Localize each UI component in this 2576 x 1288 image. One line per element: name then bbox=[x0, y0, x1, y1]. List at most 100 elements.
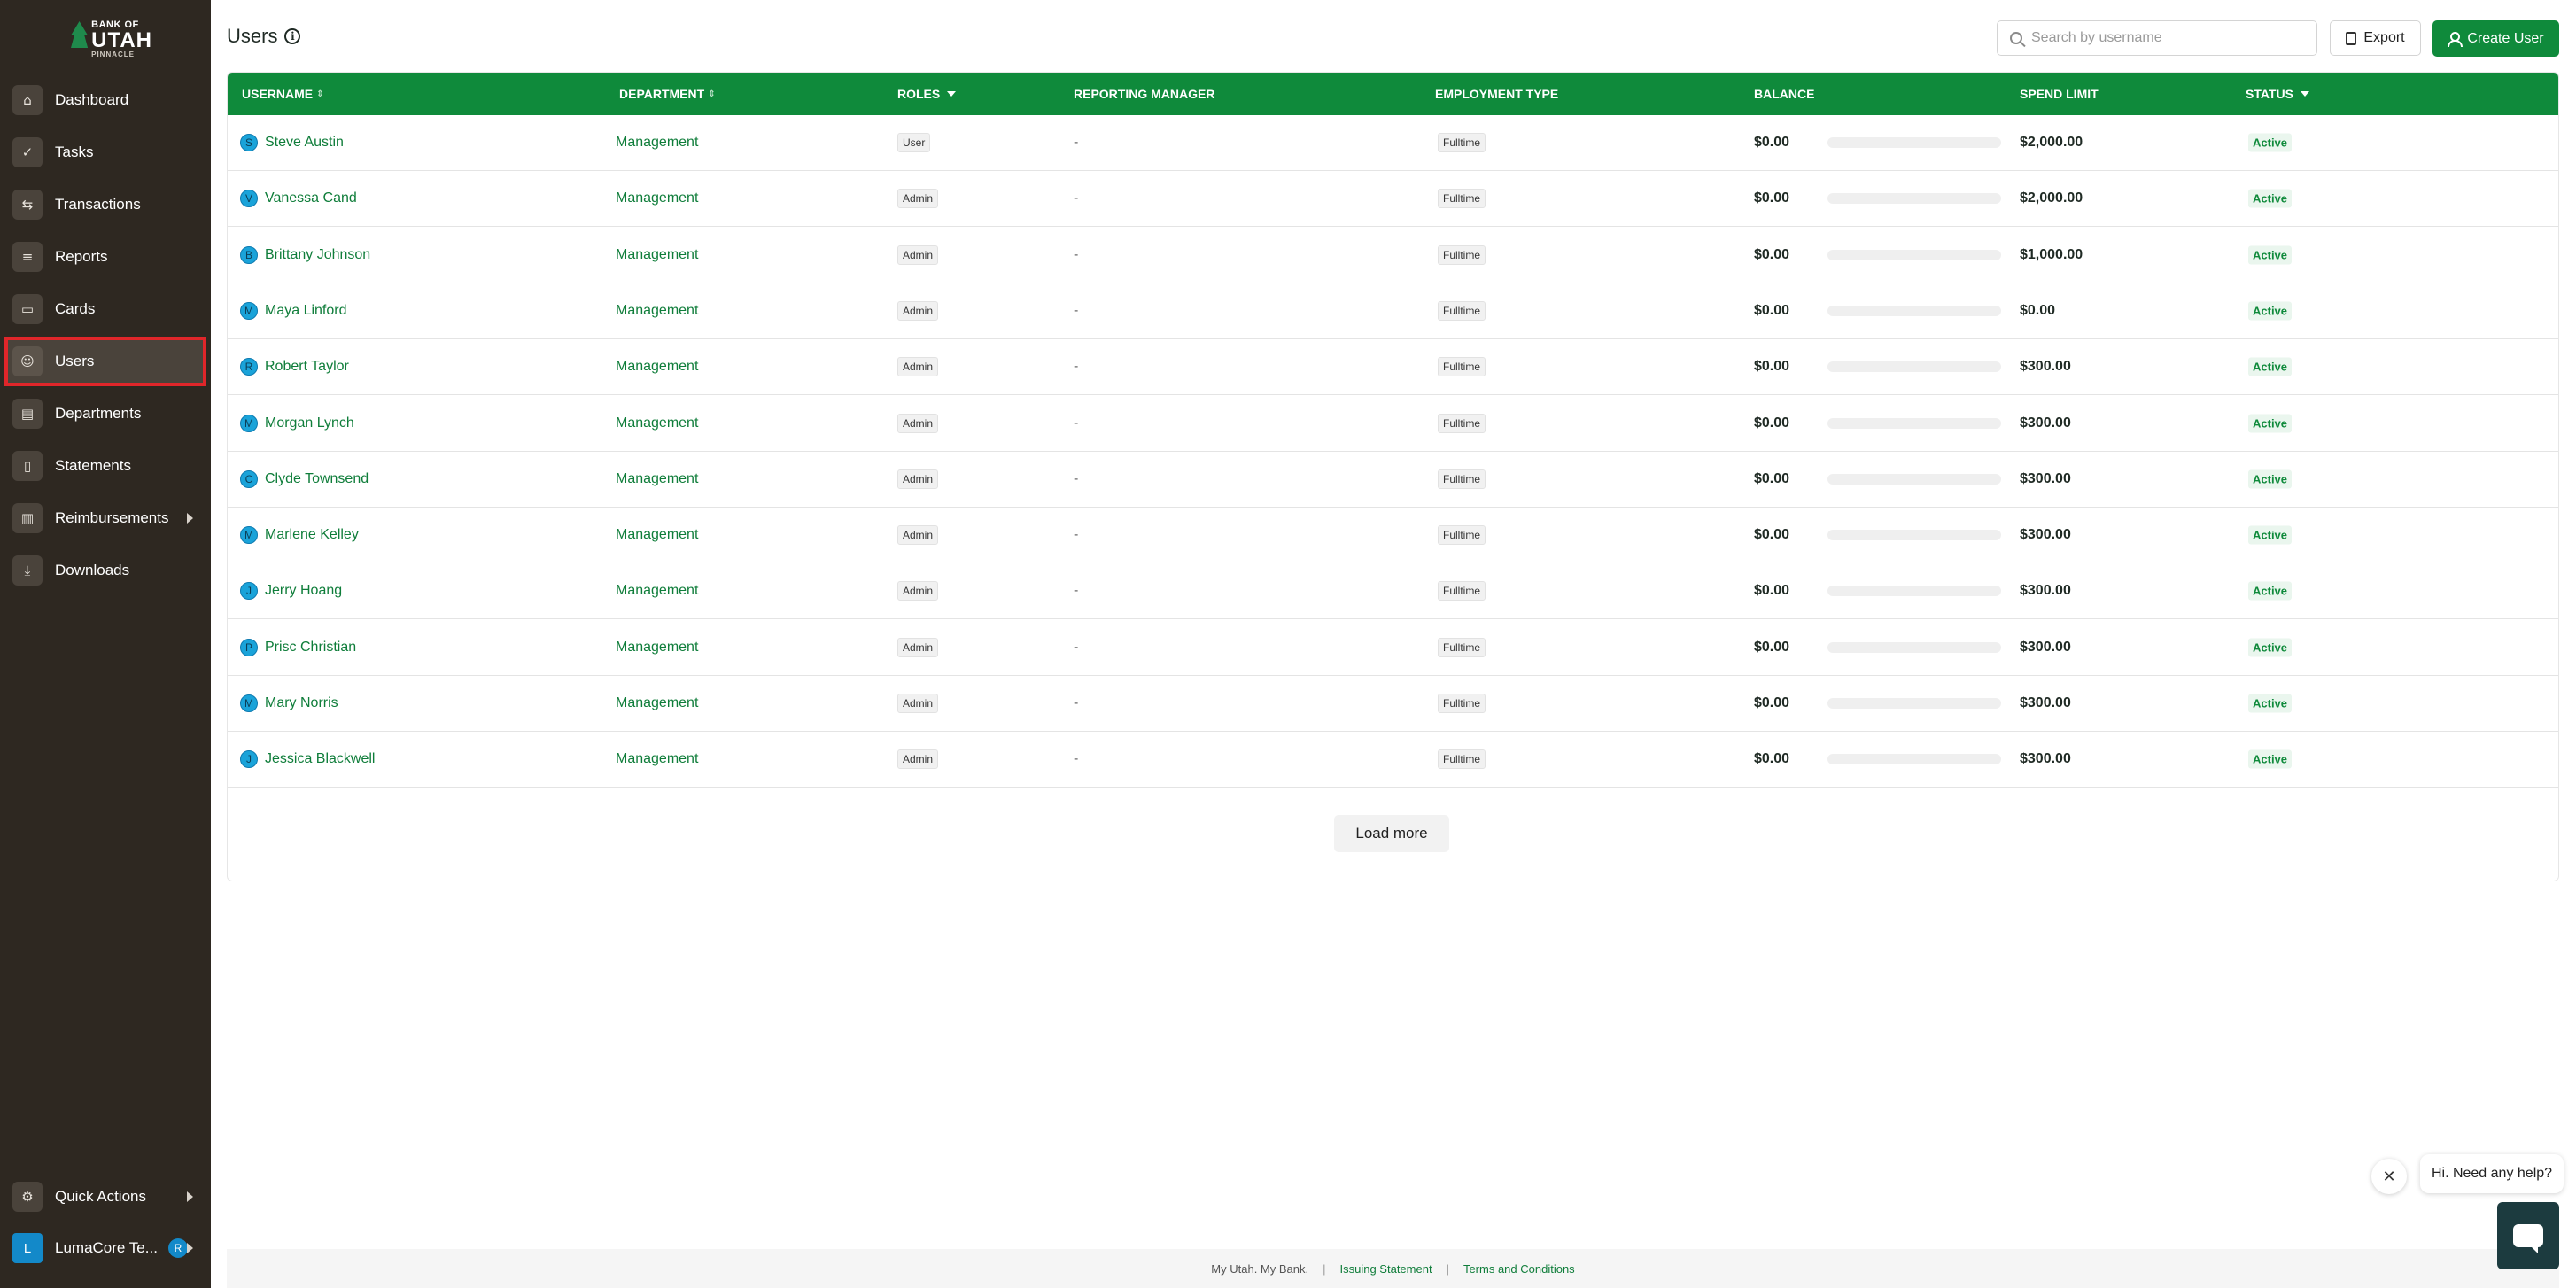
table-row[interactable]: M Marlene Kelley Management Admin - Fulltime $… bbox=[228, 508, 2558, 564]
search-input[interactable] bbox=[2031, 30, 2297, 46]
department-cell[interactable]: Management bbox=[616, 303, 698, 319]
department-link[interactable]: Management bbox=[616, 527, 698, 543]
reporting-manager-cell: - bbox=[1074, 640, 1078, 656]
department-cell[interactable]: Management bbox=[616, 415, 698, 431]
sidebar-item-reports[interactable]: ≡ Reports bbox=[7, 235, 204, 279]
username-link[interactable]: Brittany Johnson bbox=[265, 247, 370, 263]
sidebar-item-tasks[interactable]: ✓ Tasks bbox=[7, 130, 204, 175]
table-row[interactable]: R Robert Taylor Management Admin - Fulltime $0… bbox=[228, 339, 2558, 396]
sidebar-item-statements[interactable]: ▯ Statements bbox=[7, 444, 204, 488]
bank-logo[interactable]: BANK OF UTAH PINNACLE bbox=[71, 14, 152, 64]
column-roles[interactable]: ROLES bbox=[897, 87, 957, 101]
department-cell[interactable]: Management bbox=[616, 190, 698, 206]
department-cell[interactable]: Management bbox=[616, 583, 698, 599]
username-link[interactable]: Jerry Hoang bbox=[265, 583, 342, 599]
username-cell[interactable]: M Maya Linford bbox=[240, 301, 347, 320]
sidebar-item-reimbursements[interactable]: ▥ Reimbursements bbox=[7, 496, 204, 540]
sidebar-item-cards[interactable]: ▭ Cards bbox=[7, 287, 204, 331]
department-cell[interactable]: Management bbox=[616, 640, 698, 656]
department-link[interactable]: Management bbox=[616, 135, 698, 151]
username-link[interactable]: Clyde Townsend bbox=[265, 471, 369, 487]
column-roles-label: ROLES bbox=[897, 87, 941, 101]
department-cell[interactable]: Management bbox=[616, 751, 698, 767]
username-cell[interactable]: M Marlene Kelley bbox=[240, 526, 359, 545]
department-link[interactable]: Management bbox=[616, 303, 698, 319]
username-cell[interactable]: V Vanessa Cand bbox=[240, 190, 357, 208]
department-link[interactable]: Management bbox=[616, 583, 698, 599]
username-cell[interactable]: M Mary Norris bbox=[240, 694, 338, 712]
username-link[interactable]: Vanessa Cand bbox=[265, 190, 357, 206]
department-link[interactable]: Management bbox=[616, 695, 698, 711]
username-link[interactable]: Maya Linford bbox=[265, 303, 347, 319]
employment-type-badge: Fulltime bbox=[1438, 357, 1486, 377]
column-department[interactable]: DEPARTMENT ⇕ bbox=[619, 87, 716, 101]
department-link[interactable]: Management bbox=[616, 471, 698, 487]
sidebar-item-departments[interactable]: ▤ Departments bbox=[7, 392, 204, 436]
username-cell[interactable]: P Prisc Christian bbox=[240, 638, 356, 656]
department-link[interactable]: Management bbox=[616, 359, 698, 375]
table-row[interactable]: C Clyde Townsend Management Admin - Fulltime $… bbox=[228, 452, 2558, 508]
department-cell[interactable]: Management bbox=[616, 135, 698, 151]
username-cell[interactable]: R Robert Taylor bbox=[240, 358, 349, 376]
export-button[interactable]: Export bbox=[2330, 20, 2421, 56]
table-row[interactable]: J Jessica Blackwell Management Admin - Fullti… bbox=[228, 732, 2558, 788]
username-link[interactable]: Steve Austin bbox=[265, 135, 344, 151]
username-link[interactable]: Jessica Blackwell bbox=[265, 751, 375, 767]
table-row[interactable]: P Prisc Christian Management Admin - Fulltime… bbox=[228, 620, 2558, 676]
balance-cell: $0.00 bbox=[1754, 640, 1789, 656]
chat-close-button[interactable]: ✕ bbox=[2371, 1159, 2407, 1194]
department-cell[interactable]: Management bbox=[616, 471, 698, 487]
spend-progress-bar bbox=[1827, 473, 2001, 485]
sidebar-item-users[interactable]: ☺ Users bbox=[4, 337, 206, 386]
username-link[interactable]: Prisc Christian bbox=[265, 640, 356, 656]
column-username[interactable]: USERNAME ⇕ bbox=[242, 87, 324, 101]
username-link[interactable]: Morgan Lynch bbox=[265, 415, 354, 431]
department-cell[interactable]: Management bbox=[616, 247, 698, 263]
create-user-button[interactable]: Create User bbox=[2432, 20, 2559, 57]
username-cell[interactable]: M Morgan Lynch bbox=[240, 414, 354, 432]
sort-icon: ⇕ bbox=[708, 89, 716, 99]
workspace-role-badge: R bbox=[167, 1238, 188, 1258]
column-reporting-manager-label: REPORTING MANAGER bbox=[1074, 87, 1215, 101]
department-link[interactable]: Management bbox=[616, 640, 698, 656]
department-link[interactable]: Management bbox=[616, 190, 698, 206]
username-link[interactable]: Robert Taylor bbox=[265, 359, 349, 375]
reporting-manager-value: - bbox=[1074, 246, 1079, 262]
username-cell[interactable]: J Jerry Hoang bbox=[240, 582, 342, 601]
balance-cell: $0.00 bbox=[1754, 471, 1789, 487]
load-more-button[interactable]: Load more bbox=[1334, 815, 1449, 852]
chat-greeting[interactable]: Hi. Need any help? bbox=[2420, 1154, 2564, 1193]
column-status[interactable]: STATUS bbox=[2246, 87, 2309, 101]
username-cell[interactable]: J Jessica Blackwell bbox=[240, 750, 375, 769]
table-row[interactable]: V Vanessa Cand Management Admin - Fulltime $0.… bbox=[228, 171, 2558, 228]
username-link[interactable]: Marlene Kelley bbox=[265, 527, 359, 543]
quick-actions-label: Quick Actions bbox=[55, 1188, 146, 1205]
table-row[interactable]: B Brittany Johnson Management Admin - Fulltim… bbox=[228, 228, 2558, 283]
role-cell: Admin bbox=[897, 357, 939, 377]
username-cell[interactable]: S Steve Austin bbox=[240, 134, 344, 151]
table-row[interactable]: M Maya Linford Management Admin - Fulltime $0.… bbox=[228, 283, 2558, 339]
table-row[interactable]: M Morgan Lynch Management Admin - Fulltime $0.… bbox=[228, 396, 2558, 452]
search-box[interactable] bbox=[1997, 20, 2317, 56]
department-cell[interactable]: Management bbox=[616, 695, 698, 711]
username-link[interactable]: Mary Norris bbox=[265, 695, 338, 711]
department-link[interactable]: Management bbox=[616, 751, 698, 767]
chat-launcher-button[interactable] bbox=[2497, 1202, 2559, 1269]
username-cell[interactable]: B Brittany Johnson bbox=[240, 245, 370, 264]
sidebar-item-downloads[interactable]: ⤓ Downloads bbox=[7, 548, 204, 593]
sidebar-item-dashboard[interactable]: ⌂ Dashboard bbox=[7, 78, 204, 122]
department-cell[interactable]: Management bbox=[616, 359, 698, 375]
department-link[interactable]: Management bbox=[616, 247, 698, 263]
department-cell[interactable]: Management bbox=[616, 527, 698, 543]
sidebar-item-transactions[interactable]: ⇆ Transactions bbox=[7, 182, 204, 227]
department-link[interactable]: Management bbox=[616, 415, 698, 431]
table-row[interactable]: M Mary Norris Management Admin - Fulltime $0.0… bbox=[228, 676, 2558, 732]
username-cell[interactable]: C Clyde Townsend bbox=[240, 469, 369, 488]
issuing-statement-link[interactable]: Issuing Statement bbox=[1340, 1262, 1432, 1276]
table-row[interactable]: S Steve Austin Management User - Fulltime $0.0… bbox=[228, 115, 2558, 171]
table-row[interactable]: J Jerry Hoang Management Admin - Fulltime $0.0… bbox=[228, 563, 2558, 620]
quick-actions-button[interactable]: ⚙ Quick Actions bbox=[7, 1175, 204, 1219]
workspace-switcher[interactable]: L LumaCore Te... R bbox=[7, 1226, 204, 1270]
terms-link[interactable]: Terms and Conditions bbox=[1463, 1262, 1575, 1276]
info-icon[interactable]: i bbox=[284, 28, 301, 44]
